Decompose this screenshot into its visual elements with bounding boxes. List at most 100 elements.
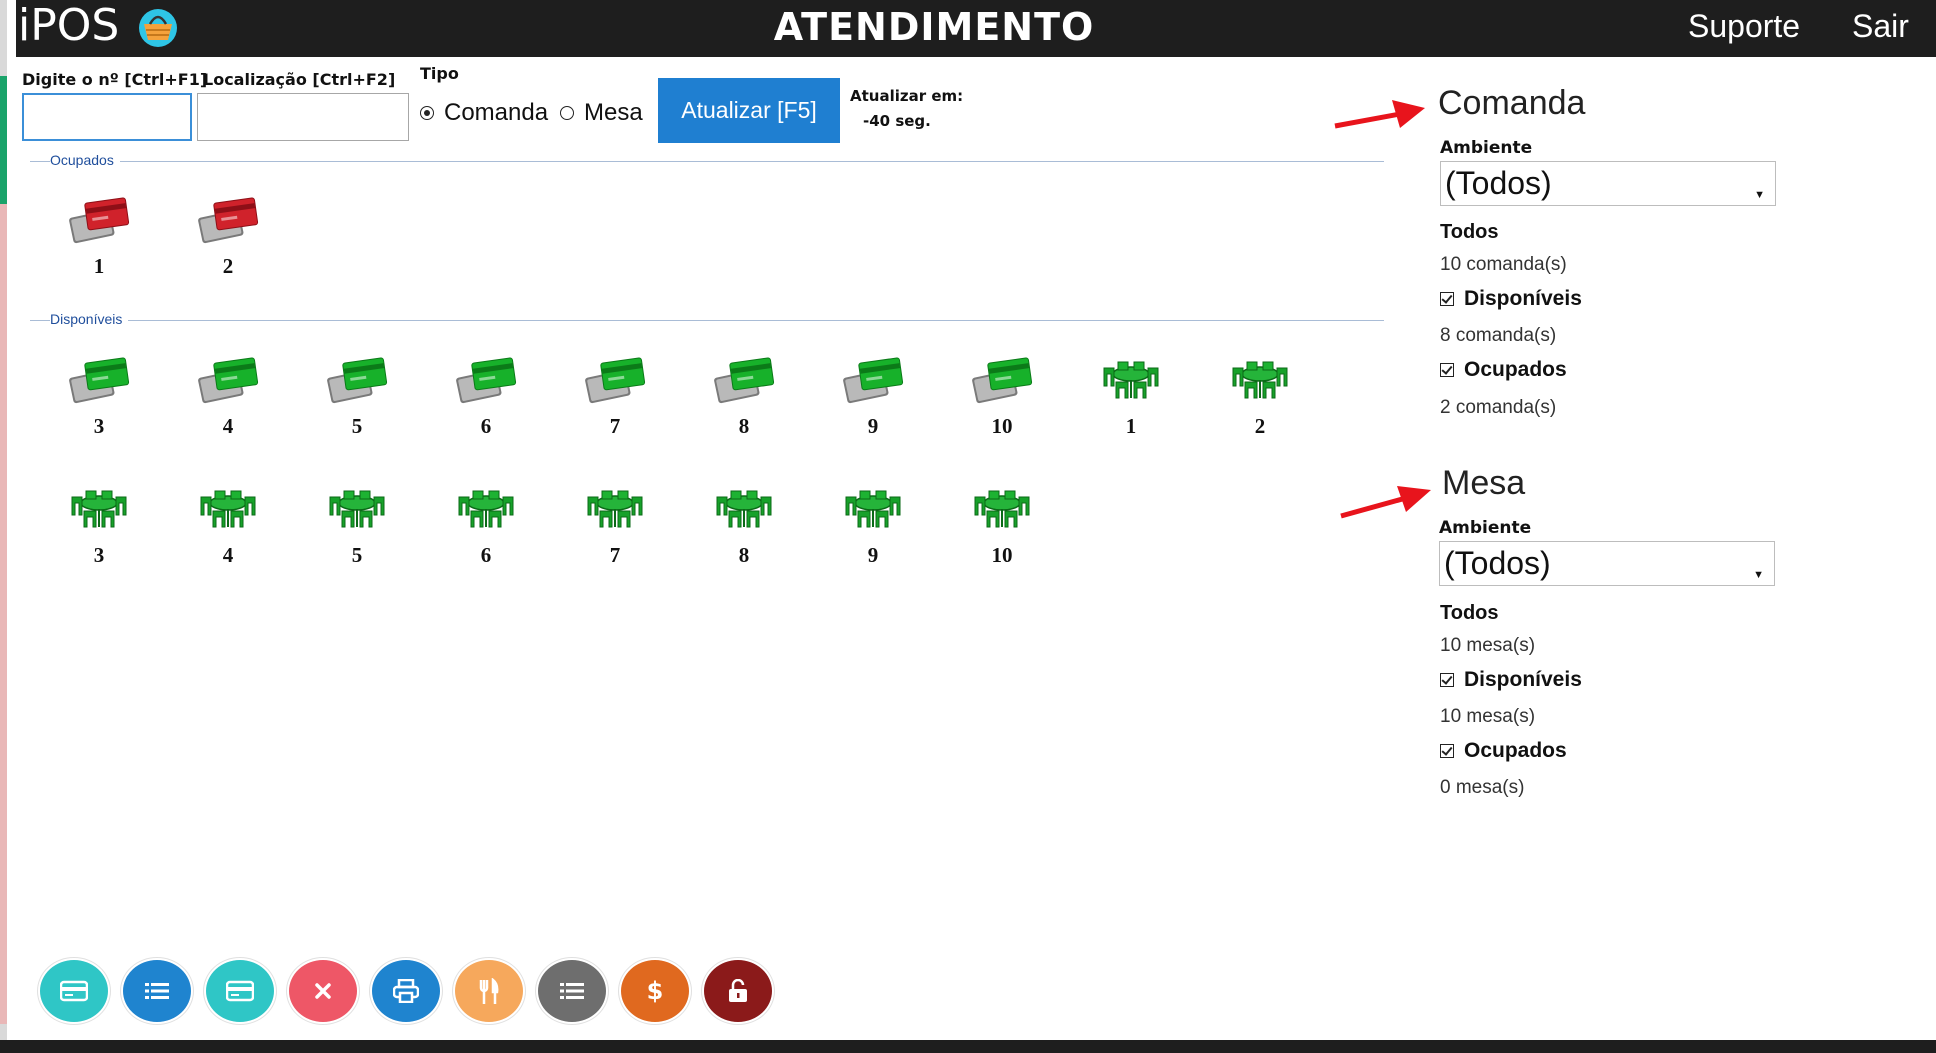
radio-comanda[interactable]: Comanda xyxy=(420,99,548,127)
action-button-print[interactable] xyxy=(370,958,442,1024)
refresh-button[interactable]: Atualizar [F5] xyxy=(658,78,840,143)
print-icon xyxy=(393,979,419,1003)
comanda-tile[interactable]: 2 xyxy=(173,194,283,294)
comanda-panel-title: Comanda xyxy=(1438,84,1586,122)
nav-suporte[interactable]: Suporte xyxy=(1688,0,1800,52)
mesa-ocupados-checkbox[interactable]: Ocupados xyxy=(1440,739,1567,763)
window-edge xyxy=(0,0,7,1053)
checkbox-check-icon xyxy=(1440,292,1454,306)
mesa-disponiveis-count: 10 mesa(s) xyxy=(1440,706,1536,727)
comanda-tile[interactable]: 4 xyxy=(173,354,283,454)
card-green-icon xyxy=(456,357,517,404)
card-red-icon xyxy=(69,197,130,244)
radio-mesa[interactable]: Mesa xyxy=(560,99,643,127)
chevron-down-icon: ▼ xyxy=(1753,569,1764,581)
tile-number: 5 xyxy=(351,414,363,438)
mesa-tile[interactable]: 7 xyxy=(560,483,670,583)
action-button-card[interactable] xyxy=(38,958,110,1024)
action-button-card[interactable] xyxy=(204,958,276,1024)
card-green-icon xyxy=(714,357,775,404)
dollar-icon: $ xyxy=(647,977,664,1005)
comanda-ambiente-select[interactable]: (Todos) ▼ xyxy=(1440,161,1776,206)
comanda-ambiente-label: Ambiente xyxy=(1440,138,1533,158)
comanda-tile[interactable]: 8 xyxy=(689,354,799,454)
table-green-icon xyxy=(587,490,643,528)
mesa-tile[interactable]: 2 xyxy=(1205,354,1315,454)
table-green-icon xyxy=(716,490,772,528)
comanda-todos-label: Todos xyxy=(1440,221,1499,243)
action-button-close[interactable] xyxy=(287,958,359,1024)
comanda-tile[interactable]: 5 xyxy=(302,354,412,454)
refresh-in-value: -40 seg. xyxy=(863,112,931,130)
comanda-tile[interactable]: 9 xyxy=(818,354,928,454)
radio-dot-icon xyxy=(560,106,574,120)
table-green-icon xyxy=(71,490,127,528)
checkbox-check-icon xyxy=(1440,744,1454,758)
tile-number: 6 xyxy=(480,414,492,438)
card-green-icon xyxy=(198,357,259,404)
tile-number: 10 xyxy=(991,414,1013,438)
checkbox-check-icon xyxy=(1440,673,1454,687)
table-green-icon xyxy=(329,490,385,528)
mesa-tile[interactable]: 3 xyxy=(44,483,154,583)
comanda-tile[interactable]: 3 xyxy=(44,354,154,454)
radio-dot-icon xyxy=(420,106,434,120)
comanda-tile[interactable]: 7 xyxy=(560,354,670,454)
tile-number: 7 xyxy=(609,543,621,567)
disponiveis-divider xyxy=(30,320,1384,321)
page-title: ATENDIMENTO xyxy=(773,5,1095,49)
tile-number: 7 xyxy=(609,414,621,438)
table-green-icon xyxy=(974,490,1030,528)
action-button-list[interactable] xyxy=(536,958,608,1024)
action-button-dollar[interactable]: $ xyxy=(619,958,691,1024)
comanda-ocupados-label: Ocupados xyxy=(1464,358,1567,381)
table-green-icon xyxy=(1232,361,1288,399)
status-bar xyxy=(0,1040,1936,1053)
mesa-tile[interactable]: 1 xyxy=(1076,354,1186,454)
table-green-icon xyxy=(458,490,514,528)
numero-label: Digite o nº [Ctrl+F1] xyxy=(22,70,208,89)
card-green-icon xyxy=(69,357,130,404)
action-button-list[interactable] xyxy=(121,958,193,1024)
card-icon xyxy=(60,980,88,1002)
action-button-cutlery[interactable] xyxy=(453,958,525,1024)
top-bar: iPOS ATENDIMENTO Suporte Sair xyxy=(16,0,1936,57)
comanda-disponiveis-checkbox[interactable]: Disponíveis xyxy=(1440,287,1582,311)
mesa-tile[interactable]: 4 xyxy=(173,483,283,583)
mesa-disponiveis-checkbox[interactable]: Disponíveis xyxy=(1440,668,1582,692)
close-icon xyxy=(315,983,331,999)
card-red-icon xyxy=(198,197,259,244)
arrow-icon xyxy=(1334,100,1425,129)
mesa-ambiente-select[interactable]: (Todos) ▼ xyxy=(1439,541,1775,586)
tile-number: 4 xyxy=(222,414,234,438)
list-icon xyxy=(560,983,584,999)
action-button-unlock[interactable] xyxy=(702,958,774,1024)
mesa-tile[interactable]: 5 xyxy=(302,483,412,583)
table-green-icon xyxy=(845,490,901,528)
numero-input[interactable] xyxy=(22,93,192,141)
comanda-ocupados-count: 2 comanda(s) xyxy=(1440,397,1557,418)
card-green-icon xyxy=(585,357,646,404)
mesa-tile[interactable]: 9 xyxy=(818,483,928,583)
arrow-icon xyxy=(1340,486,1431,519)
mesa-tile[interactable]: 6 xyxy=(431,483,541,583)
card-green-icon xyxy=(843,357,904,404)
svg-text:$: $ xyxy=(647,977,664,1005)
mesa-tile[interactable]: 8 xyxy=(689,483,799,583)
card-green-icon xyxy=(327,357,388,404)
tile-number: 4 xyxy=(222,543,234,567)
localizacao-input[interactable] xyxy=(197,93,409,141)
mesa-ambiente-value: (Todos) xyxy=(1444,545,1551,581)
mesa-tile[interactable]: 10 xyxy=(947,483,1057,583)
comanda-tile[interactable]: 10 xyxy=(947,354,1057,454)
tile-number: 9 xyxy=(867,543,879,567)
comanda-tile[interactable]: 1 xyxy=(44,194,154,294)
comanda-ocupados-checkbox[interactable]: Ocupados xyxy=(1440,358,1567,382)
tile-number: 8 xyxy=(738,543,750,567)
localizacao-label: Localização [Ctrl+F2] xyxy=(203,70,396,89)
nav-sair[interactable]: Sair xyxy=(1852,0,1909,52)
mesa-ambiente-label: Ambiente xyxy=(1439,518,1532,538)
comanda-tile[interactable]: 6 xyxy=(431,354,541,454)
tile-number: 2 xyxy=(1254,414,1266,438)
unlock-icon xyxy=(729,979,747,1002)
